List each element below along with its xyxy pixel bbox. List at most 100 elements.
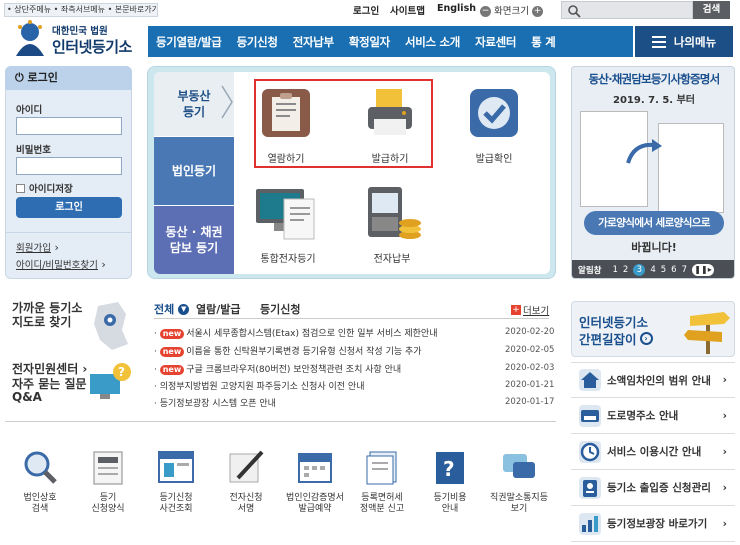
nav-epayment[interactable]: 전자납부 <box>293 34 334 50</box>
quick-cost-guide[interactable]: ? 등기비용 안내 <box>422 448 478 515</box>
nav-service-intro[interactable]: 서비스 소개 <box>405 34 460 50</box>
news-divider <box>154 318 549 319</box>
top-login-link[interactable]: 로그인 <box>353 3 379 17</box>
logo-title[interactable]: 인터넷등기소 <box>52 36 132 57</box>
banner-title: 동산·채권담보등기사항증명서 <box>588 72 721 86</box>
nearest-office-link[interactable]: 가까운 등기소 지도로 찾기 <box>12 301 82 329</box>
page-3-current[interactable]: 3 <box>633 264 646 276</box>
banner-message: 가로양식에서 세로양식으로 <box>584 211 724 235</box>
id-label: 아이디 <box>16 105 43 116</box>
power-icon: ⏻ <box>15 71 24 84</box>
easy-guide-banner[interactable]: 인터넷등기소 간편길잡이 › <box>571 301 735 357</box>
right-link-road-address[interactable]: 도로명주소 안내 › <box>571 398 735 434</box>
font-size-control: − 화면크기 + <box>480 3 544 17</box>
epayment-icon[interactable] <box>362 185 424 243</box>
nav-view-issue[interactable]: 등기열람/발급 <box>156 34 222 50</box>
notice-banner[interactable]: 동산·채권담보등기사항증명서 2019. 7. 5. 부터 가로양식에서 세로양… <box>571 66 735 279</box>
page-1[interactable]: 1 <box>612 265 617 275</box>
save-id-checkbox[interactable] <box>16 183 25 193</box>
plus-icon: + <box>511 305 521 315</box>
quick-forms[interactable]: 등기 신청양식 <box>80 448 136 515</box>
search-input[interactable] <box>561 1 693 19</box>
save-id-label: 아이디저장 <box>29 184 73 195</box>
id-card-icon <box>579 476 601 499</box>
document-stack-icon <box>366 451 397 485</box>
news-date: 2020-02-20 <box>505 327 555 337</box>
right-link-data-plaza[interactable]: 등기정보광장 바로가기 › <box>571 506 735 542</box>
payment-label[interactable]: 전자납부 <box>352 250 432 265</box>
arrow-circle-icon: › <box>639 332 653 345</box>
quick-e-sign[interactable]: 전자신청 서명 <box>218 448 274 515</box>
integrated-label[interactable]: 통합전자등기 <box>248 250 328 265</box>
my-menu-button[interactable]: 나의메뉴 <box>635 26 733 57</box>
english-link[interactable]: English <box>437 3 476 14</box>
nav-fixed-date[interactable]: 확정일자 <box>349 34 390 50</box>
dropdown-icon: ▼ <box>178 303 190 315</box>
nav-statistics[interactable]: 통 계 <box>531 34 556 50</box>
news-item[interactable]: · new 구글 크롬브라우저(80버전) 보안정책관련 조치 사항 안내 <box>154 362 444 375</box>
quick-corp-name-search[interactable]: 법인상호 검색 <box>12 448 68 515</box>
new-badge: new <box>159 347 185 357</box>
news-date: 2020-02-05 <box>505 345 555 355</box>
page-7[interactable]: 7 <box>682 265 687 275</box>
news-tab-apply[interactable]: 등기신청 <box>260 301 300 317</box>
login-box-title: 로그인 <box>27 71 58 84</box>
right-link-tenant-range[interactable]: 소액임차인의 범위 안내 › <box>571 362 735 398</box>
password-input[interactable] <box>16 157 122 175</box>
news-item[interactable]: · 등기정보광장 시스템 오픈 안내 <box>154 396 444 409</box>
sitemap-link[interactable]: 사이트맵 <box>390 3 425 17</box>
news-item[interactable]: · new 이름을 통한 신탁원부기록변경 등기유형 신청서 작성 기능 추가 <box>154 344 444 357</box>
id-input[interactable] <box>16 117 122 135</box>
my-menu-label: 나의메뉴 <box>673 34 717 49</box>
login-divider <box>5 232 132 233</box>
news-tab-all[interactable]: 전체 ▼ <box>154 301 190 317</box>
forms-icon <box>93 451 123 485</box>
save-id-option: 아이디저장 <box>16 181 73 195</box>
speech-bubble-icon <box>503 454 535 478</box>
page-2[interactable]: 2 <box>623 265 628 275</box>
faq-link[interactable]: 자주 묻는 질문 Q&A <box>12 378 87 404</box>
search-button[interactable]: 검색 <box>693 1 730 19</box>
help-monitor-icon: ? <box>90 363 131 399</box>
page-5[interactable]: 5 <box>661 265 666 275</box>
news-date: 2020-01-21 <box>505 380 555 390</box>
issue-confirm-icon[interactable] <box>466 85 522 141</box>
nav-apply[interactable]: 등기신청 <box>237 34 278 50</box>
news-tab-view-issue[interactable]: 열람/발급 <box>196 301 241 317</box>
password-label: 비밀번호 <box>16 145 51 156</box>
category-movable-assets[interactable]: 동산 · 채권 담보 등기 <box>154 206 234 274</box>
right-link-access-pass[interactable]: 등기소 출입증 신청관리 › <box>571 470 735 506</box>
quick-deletion-notice[interactable]: 직권말소통지등 보기 <box>488 448 550 515</box>
news-item[interactable]: · 의정부지방법원 고양지원 파주등기소 신청사 이전 안내 <box>154 379 444 392</box>
quick-license-tax[interactable]: 등록면허세 정액분 신고 <box>354 448 410 515</box>
new-badge: new <box>159 329 185 339</box>
signpost-icon <box>684 312 730 354</box>
page-6[interactable]: 6 <box>671 265 676 275</box>
skip-links[interactable]: • 상단주메뉴 • 좌측서브메뉴 • 본문바로가기 <box>4 3 158 17</box>
quick-case-lookup[interactable]: 등기신청 사건조회 <box>148 448 204 515</box>
address-sign-icon <box>579 404 601 427</box>
civil-center-link[interactable]: 전자민원센터 › <box>12 360 87 377</box>
integrated-registry-icon[interactable] <box>254 185 328 243</box>
category-corporate[interactable]: 법인등기 <box>154 137 234 205</box>
right-link-service-hours[interactable]: 서비스 이용시간 안내 › <box>571 434 735 470</box>
zoom-in-icon[interactable]: + <box>532 6 544 17</box>
page-4[interactable]: 4 <box>650 265 655 275</box>
news-item[interactable]: · new 서울시 세무종합시스템(Etax) 점검으로 인한 일부 서비스 제한… <box>154 326 444 339</box>
join-link[interactable]: 회원가입 › <box>16 240 59 254</box>
pause-icon[interactable]: ❚❚▸ <box>692 264 714 276</box>
login-button[interactable]: 로그인 <box>16 197 122 218</box>
calendar-icon <box>298 453 332 483</box>
korea-map-icon <box>94 302 128 350</box>
more-link[interactable]: + 더보기 <box>511 303 549 317</box>
nav-data-center[interactable]: 자료센터 <box>475 34 516 50</box>
zoom-out-icon[interactable]: − <box>480 6 491 17</box>
svg-text:?: ? <box>118 365 125 379</box>
font-size-label: 화면크기 <box>494 6 529 17</box>
confirm-label[interactable]: 발급확인 <box>454 150 534 165</box>
bar-chart-icon <box>579 512 601 535</box>
quick-seal-reservation[interactable]: 법인인감증명서 발급예약 <box>284 448 346 515</box>
guide-line2: 간편길잡이 › <box>579 329 653 348</box>
find-account-link[interactable]: 아이디/비밀번호찾기 › <box>16 257 106 271</box>
new-badge: new <box>159 365 185 375</box>
